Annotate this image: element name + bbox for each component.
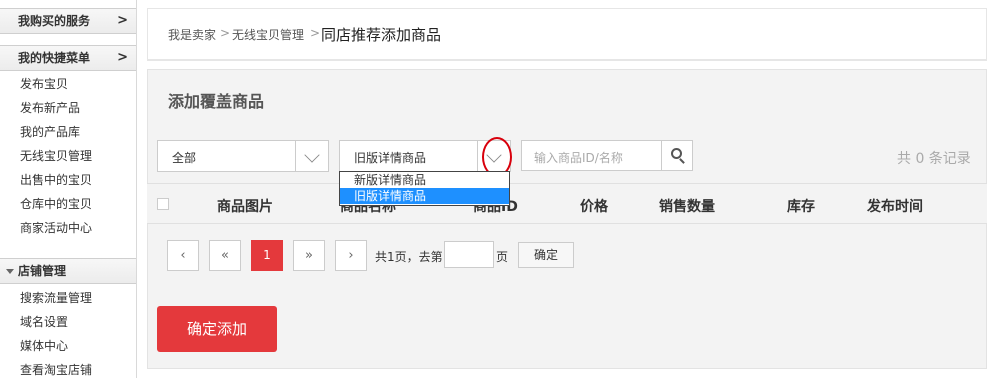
pagination-page-1[interactable]: 1	[251, 240, 283, 271]
breadcrumb-separator: >	[220, 26, 231, 40]
breadcrumb-seller[interactable]: 我是卖家	[168, 26, 216, 43]
sidebar-item-publish-new-product[interactable]: 发布新产品	[20, 97, 80, 119]
sidebar-section-shortcut-menu[interactable]: 我的快捷菜单 >	[0, 45, 136, 71]
sidebar-item-wireless-management[interactable]: 无线宝贝管理	[20, 145, 92, 167]
dropdown-option-new-detail[interactable]: 新版详情商品	[340, 172, 509, 188]
sidebar-section-title: 我购买的服务	[18, 14, 91, 28]
select-all-checkbox[interactable]	[157, 198, 169, 210]
table-header: 商品图片 商品名称 商品ID 价格 销售数量 库存 发布时间	[147, 183, 987, 224]
pagination-summary: 共1页，去第	[375, 250, 443, 264]
sidebar-section-title: 我的快捷菜单	[18, 51, 91, 65]
sidebar-item-publish-item[interactable]: 发布宝贝	[20, 73, 68, 95]
chevron-down-icon	[304, 147, 320, 163]
pagination-next-button[interactable]: ›	[335, 240, 367, 271]
breadcrumb-wireless[interactable]: 无线宝贝管理	[232, 26, 304, 43]
caret-down-icon	[6, 269, 14, 274]
category-select-value: 全部	[172, 151, 197, 165]
pagination-prev-button[interactable]: ‹	[167, 240, 199, 271]
page-number-input[interactable]	[444, 241, 494, 268]
sidebar-item-domain-settings[interactable]: 域名设置	[20, 311, 68, 333]
detail-type-select-value: 旧版详情商品	[354, 151, 427, 165]
search-icon-handle	[679, 158, 685, 164]
pagination-first-button[interactable]: «	[209, 240, 241, 271]
record-count: 共 0 条记录	[897, 151, 971, 167]
sidebar-section-purchased-services[interactable]: 我购买的服务 >	[0, 8, 136, 34]
breadcrumb: 我是卖家 > 无线宝贝管理 > 同店推荐添加商品	[147, 8, 987, 61]
pagination-page-unit: 页	[496, 250, 509, 264]
search-button[interactable]	[661, 140, 693, 171]
chevron-right-icon: >	[117, 13, 128, 28]
column-header-stock: 库存	[787, 199, 815, 215]
column-header-image: 商品图片	[217, 199, 273, 215]
confirm-add-button[interactable]: 确定添加	[157, 306, 277, 352]
sidebar-item-media-center[interactable]: 媒体中心	[20, 335, 68, 357]
category-select[interactable]: 全部	[157, 140, 329, 172]
category-select-toggle[interactable]	[295, 141, 328, 171]
search-placeholder: 输入商品ID/名称	[534, 151, 623, 165]
dropdown-option-old-detail[interactable]: 旧版详情商品	[340, 188, 509, 204]
sidebar-item-search-traffic[interactable]: 搜索流量管理	[20, 287, 92, 309]
sidebar-section-store-management[interactable]: 店铺管理	[0, 258, 136, 284]
chevron-right-icon: >	[117, 50, 128, 65]
panel-title: 添加覆盖商品	[168, 92, 265, 111]
pagination-last-button[interactable]: »	[293, 240, 325, 271]
sidebar: 我购买的服务 > 我的快捷菜单 > 发布宝贝 发布新产品 我的产品库 无线宝贝管…	[0, 0, 137, 378]
pagination-go-button[interactable]: 确定	[518, 242, 574, 268]
sidebar-item-on-sale[interactable]: 出售中的宝贝	[20, 169, 92, 191]
sidebar-item-activity-center[interactable]: 商家活动中心	[20, 217, 92, 239]
search-input[interactable]: 输入商品ID/名称	[521, 140, 662, 171]
column-header-publish-time: 发布时间	[867, 199, 923, 215]
sidebar-section-title: 店铺管理	[18, 264, 67, 278]
column-header-sales: 销售数量	[659, 199, 715, 215]
column-header-price: 价格	[580, 199, 608, 215]
page-title: 同店推荐添加商品	[321, 26, 442, 44]
detail-type-dropdown: 新版详情商品 旧版详情商品	[339, 171, 510, 206]
sidebar-item-in-warehouse[interactable]: 仓库中的宝贝	[20, 193, 92, 215]
sidebar-item-product-library[interactable]: 我的产品库	[20, 121, 80, 143]
breadcrumb-separator: >	[310, 26, 321, 40]
